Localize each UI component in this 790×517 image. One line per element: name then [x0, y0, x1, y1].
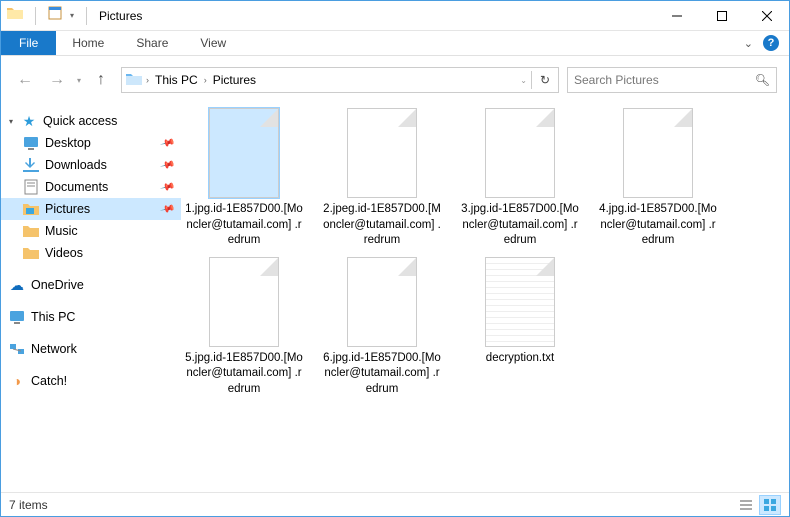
text-file-icon: [485, 257, 555, 347]
folder-icon: [7, 6, 23, 25]
search-icon[interactable]: 🔍︎: [755, 73, 770, 87]
file-item[interactable]: 1.jpg.id-1E857D00.[Moncler@tutamail.com]…: [185, 108, 303, 249]
sidebar-onedrive[interactable]: ☁ OneDrive: [1, 274, 181, 296]
sidebar-item-desktop[interactable]: Desktop 📌: [1, 132, 181, 154]
sidebar-item-label: Documents: [45, 180, 108, 194]
refresh-icon[interactable]: ↻: [536, 73, 554, 87]
pictures-icon: [23, 201, 39, 217]
file-name: decryption.txt: [486, 351, 554, 367]
blank-file-icon: [623, 108, 693, 198]
item-count: 7 items: [9, 498, 48, 512]
computer-icon: [9, 309, 25, 325]
tab-home[interactable]: Home: [56, 31, 120, 55]
tab-view[interactable]: View: [184, 31, 242, 55]
blank-file-icon: [347, 257, 417, 347]
sidebar-item-label: Quick access: [43, 114, 117, 128]
search-placeholder: Search Pictures: [574, 73, 659, 87]
navigation-row: ← → ▾ ↑ › This PC › Pictures ⌄ ↻ Search …: [13, 62, 777, 98]
pin-icon: 📌: [159, 157, 175, 173]
file-tab[interactable]: File: [1, 31, 56, 55]
back-button[interactable]: ←: [13, 71, 37, 89]
icons-view-button[interactable]: [759, 495, 781, 515]
address-bar[interactable]: › This PC › Pictures ⌄ ↻: [121, 67, 559, 93]
maximize-button[interactable]: [699, 1, 744, 30]
breadcrumb[interactable]: This PC: [153, 73, 200, 87]
file-name: 2.jpeg.id-1E857D00.[Moncler@tutamail.com…: [323, 202, 441, 249]
file-item[interactable]: 5.jpg.id-1E857D00.[Moncler@tutamail.com]…: [185, 257, 303, 398]
status-bar: 7 items: [1, 492, 789, 516]
sidebar-item-pictures[interactable]: Pictures 📌: [1, 198, 181, 220]
folder-icon: [126, 72, 142, 89]
sidebar-network[interactable]: Network: [1, 338, 181, 360]
file-name: 3.jpg.id-1E857D00.[Moncler@tutamail.com]…: [461, 202, 579, 249]
chevron-right-icon[interactable]: ›: [142, 75, 153, 85]
sidebar-item-downloads[interactable]: Downloads 📌: [1, 154, 181, 176]
tab-share[interactable]: Share: [120, 31, 184, 55]
sidebar-item-label: Downloads: [45, 158, 107, 172]
documents-icon: [23, 179, 39, 195]
blank-file-icon: [209, 108, 279, 198]
breadcrumb[interactable]: Pictures: [211, 73, 258, 87]
sidebar-item-documents[interactable]: Documents 📌: [1, 176, 181, 198]
qat-dropdown-icon[interactable]: ▾: [70, 11, 74, 20]
sidebar-item-videos[interactable]: Videos: [1, 242, 181, 264]
file-item[interactable]: decryption.txt: [461, 257, 579, 398]
sidebar-item-label: Videos: [45, 246, 83, 260]
file-list[interactable]: 1.jpg.id-1E857D00.[Moncler@tutamail.com]…: [181, 102, 789, 492]
close-button[interactable]: [744, 1, 789, 30]
title-bar: ▾ Pictures: [1, 1, 789, 31]
ribbon-expand-icon[interactable]: ⌄: [744, 37, 753, 50]
sidebar-item-label: Pictures: [45, 202, 90, 216]
ribbon-tabs: File Home Share View ⌄ ?: [1, 31, 789, 56]
search-input[interactable]: Search Pictures 🔍︎: [567, 67, 777, 93]
sidebar-quick-access[interactable]: ▾ ★ Quick access: [1, 110, 181, 132]
file-item[interactable]: 6.jpg.id-1E857D00.[Moncler@tutamail.com]…: [323, 257, 441, 398]
sidebar-item-label: Music: [45, 224, 78, 238]
separator: [531, 71, 532, 89]
downloads-icon: [23, 157, 39, 173]
properties-icon[interactable]: [48, 6, 62, 25]
file-name: 4.jpg.id-1E857D00.[Moncler@tutamail.com]…: [599, 202, 717, 249]
star-icon: ★: [21, 113, 37, 129]
blank-file-icon: [485, 108, 555, 198]
window-title: Pictures: [99, 9, 142, 23]
details-view-button[interactable]: [735, 495, 757, 515]
file-item[interactable]: 4.jpg.id-1E857D00.[Moncler@tutamail.com]…: [599, 108, 717, 249]
sidebar-item-label: OneDrive: [31, 278, 84, 292]
sidebar-item-label: Catch!: [31, 374, 67, 388]
network-icon: [9, 341, 25, 357]
file-name: 1.jpg.id-1E857D00.[Moncler@tutamail.com]…: [185, 202, 303, 249]
sidebar-item-music[interactable]: Music: [1, 220, 181, 242]
separator: [35, 7, 36, 25]
music-icon: [23, 223, 39, 239]
file-item[interactable]: 3.jpg.id-1E857D00.[Moncler@tutamail.com]…: [461, 108, 579, 249]
pin-icon: 📌: [159, 201, 175, 217]
file-item[interactable]: 2.jpeg.id-1E857D00.[Moncler@tutamail.com…: [323, 108, 441, 249]
sidebar-item-label: Network: [31, 342, 77, 356]
sidebar-this-pc[interactable]: This PC: [1, 306, 181, 328]
help-icon[interactable]: ?: [763, 35, 779, 51]
file-name: 6.jpg.id-1E857D00.[Moncler@tutamail.com]…: [323, 351, 441, 398]
sidebar-item-label: Desktop: [45, 136, 91, 150]
videos-icon: [23, 245, 39, 261]
desktop-icon: [23, 135, 39, 151]
blank-file-icon: [347, 108, 417, 198]
separator: [86, 7, 87, 25]
pin-icon: 📌: [159, 179, 175, 195]
chevron-down-icon[interactable]: ▾: [9, 117, 13, 126]
cloud-icon: ☁: [9, 277, 25, 293]
navigation-pane: ▾ ★ Quick access Desktop 📌 Downloads 📌 D…: [1, 102, 181, 492]
forward-button[interactable]: →: [45, 71, 69, 89]
file-name: 5.jpg.id-1E857D00.[Moncler@tutamail.com]…: [185, 351, 303, 398]
minimize-button[interactable]: [654, 1, 699, 30]
chevron-right-icon[interactable]: ›: [200, 75, 211, 85]
up-button[interactable]: ↑: [89, 71, 113, 89]
sidebar-catch[interactable]: ◑ Catch!: [1, 370, 181, 392]
blank-file-icon: [209, 257, 279, 347]
sidebar-item-label: This PC: [31, 310, 75, 324]
catch-icon: ◑: [9, 373, 25, 389]
pin-icon: 📌: [159, 135, 175, 151]
address-dropdown-icon[interactable]: ⌄: [520, 76, 527, 85]
history-dropdown-icon[interactable]: ▾: [77, 76, 81, 85]
